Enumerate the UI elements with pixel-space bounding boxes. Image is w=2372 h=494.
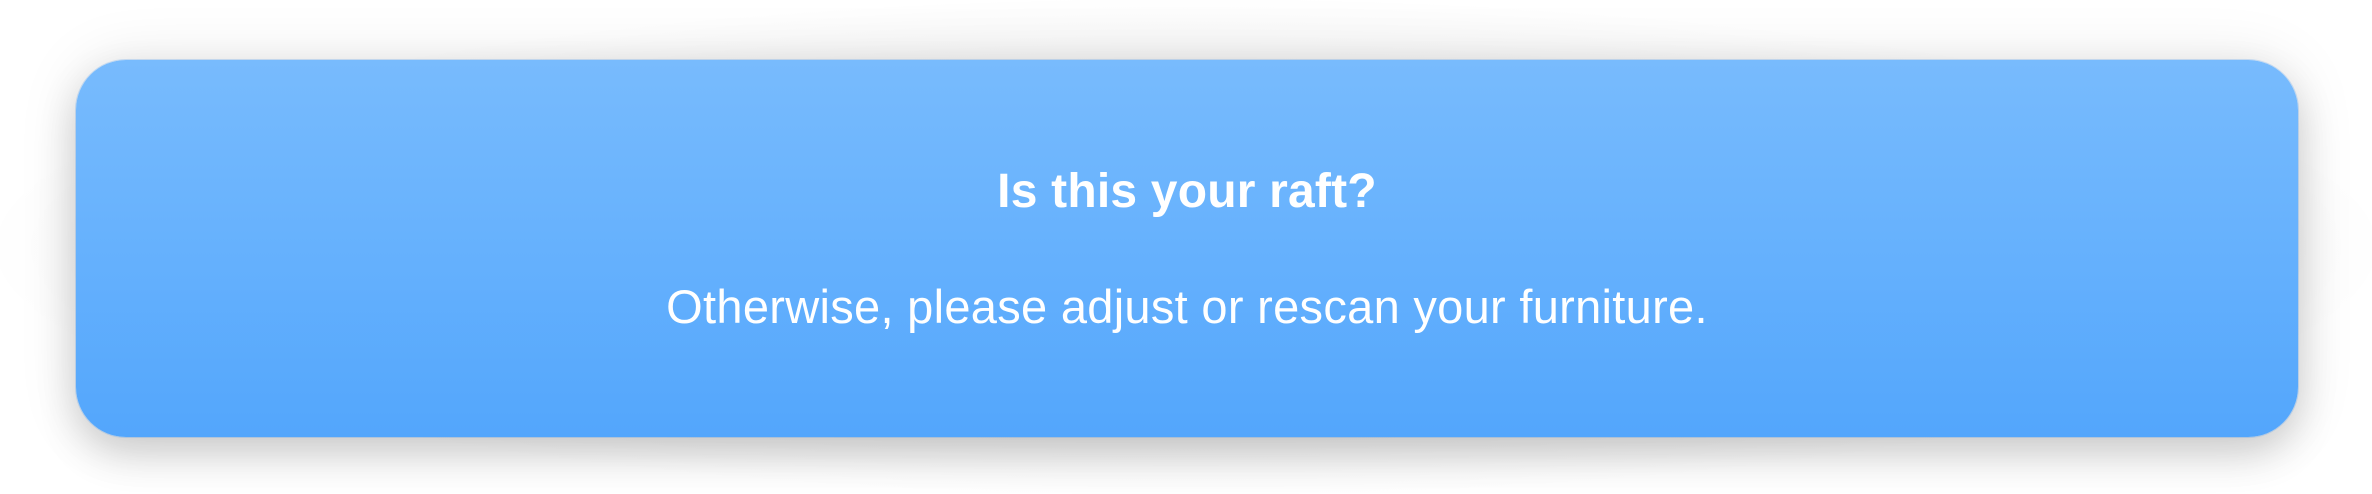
- banner-title: Is this your raft?: [997, 164, 1377, 218]
- confirmation-banner: Is this your raft? Otherwise, please adj…: [76, 60, 2298, 437]
- banner-message: Otherwise, please adjust or rescan your …: [666, 279, 1708, 333]
